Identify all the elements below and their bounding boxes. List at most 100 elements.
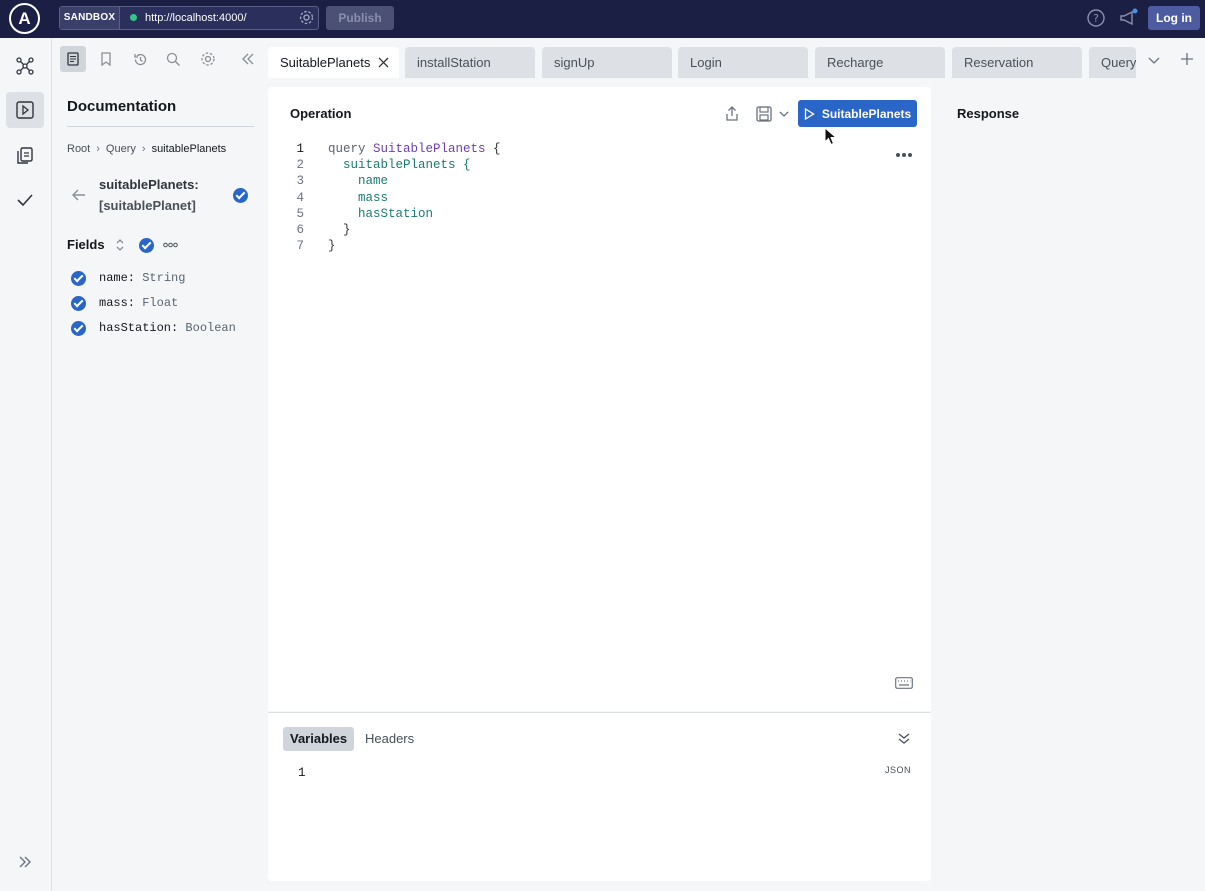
code-text: }: [328, 222, 351, 237]
gear-icon[interactable]: [298, 9, 315, 26]
field-name: suitablePlanets:: [99, 177, 199, 192]
publish-button[interactable]: Publish: [326, 6, 394, 30]
field-type-link[interactable]: [suitablePlanet]: [99, 195, 199, 216]
announcements-icon[interactable]: [1118, 8, 1138, 28]
tab-variables[interactable]: Variables: [283, 727, 355, 751]
code-text: mass: [328, 190, 389, 205]
field-row-label: name:: [99, 271, 136, 285]
svg-text:?: ?: [1093, 12, 1099, 25]
keyboard-shortcuts-icon[interactable]: [895, 677, 913, 689]
code-text: suitablePlanets {: [328, 158, 471, 173]
tab-label: Login: [690, 55, 722, 70]
close-icon[interactable]: [378, 57, 389, 68]
tab-query[interactable]: Query: [1089, 47, 1136, 78]
field-row-label: hasStation:: [99, 321, 179, 335]
collapse-double-chevron-icon[interactable]: [897, 731, 911, 745]
connection-status-icon: [130, 14, 137, 21]
field-check-icon[interactable]: [71, 295, 86, 311]
tab-login[interactable]: Login: [678, 47, 808, 78]
search-button[interactable]: [160, 46, 186, 72]
help-icon[interactable]: ?: [1086, 8, 1106, 28]
more-options-icon[interactable]: [895, 152, 913, 158]
sandbox-label: SANDBOX: [60, 7, 120, 29]
field-selected-check-icon[interactable]: [233, 188, 248, 203]
field-check-icon[interactable]: [71, 320, 86, 336]
field-row-hasstation[interactable]: hasStation: Boolean: [71, 319, 236, 337]
settings-button[interactable]: [195, 46, 221, 72]
run-operation-button[interactable]: SuitablePlanets: [798, 100, 917, 127]
double-chevron-left-icon: [242, 53, 254, 65]
tab-headers[interactable]: Headers: [358, 727, 421, 751]
rail-checks[interactable]: [6, 182, 44, 218]
response-title: Response: [957, 106, 1020, 121]
logo-letter: A: [18, 9, 31, 28]
field-row-name[interactable]: name: String: [71, 269, 185, 287]
endpoint-url-input[interactable]: http://localhost:4000/: [145, 7, 247, 29]
bookmarks-button[interactable]: [93, 46, 119, 72]
sort-icon[interactable]: [114, 238, 126, 252]
breadcrumb-current: suitablePlanets: [151, 143, 227, 155]
field-row-type[interactable]: String: [142, 271, 185, 285]
operation-panel: Operation SuitablePlanets 1 query Suitabl…: [268, 87, 931, 711]
history-icon: [133, 53, 146, 65]
code-text: query SuitablePlanets {: [328, 141, 501, 157]
field-header: suitablePlanets: [suitablePlanet]: [99, 174, 199, 216]
tab-label: Reservation: [964, 55, 1034, 70]
field-row-type[interactable]: Boolean: [185, 321, 235, 335]
documentation-title: Documentation: [67, 98, 177, 115]
top-bar: A SANDBOX http://localhost:4000/ Publish…: [0, 0, 1205, 38]
line-number: 4: [296, 190, 304, 205]
add-tab-plus-icon[interactable]: [1180, 52, 1194, 66]
tab-suitableplanets[interactable]: SuitablePlanets: [268, 47, 399, 78]
line-number: 5: [296, 206, 304, 221]
tab-label: signUp: [554, 55, 595, 70]
code-text: name: [328, 174, 389, 189]
more-options-icon[interactable]: [163, 242, 178, 248]
field-row-type[interactable]: Float: [142, 296, 178, 310]
breadcrumb-root[interactable]: Root: [67, 143, 90, 155]
rail-schema[interactable]: [6, 48, 44, 84]
tab-recharge[interactable]: Recharge: [815, 47, 945, 78]
tab-label: installStation: [417, 55, 491, 70]
json-format-label: JSON: [885, 765, 912, 775]
divider: [67, 126, 254, 127]
expand-double-chevron-icon[interactable]: [18, 855, 32, 869]
operation-name: SuitablePlanets: [373, 142, 486, 156]
bookmark-icon: [101, 52, 111, 66]
select-all-check-icon[interactable]: [139, 238, 154, 253]
rail-explorer[interactable]: [6, 92, 44, 128]
history-button[interactable]: [127, 46, 153, 72]
save-icon[interactable]: [754, 104, 774, 124]
line-number: 1: [296, 142, 304, 156]
fields-label: Fields: [67, 237, 105, 252]
line-number: 7: [296, 239, 304, 254]
rail-collections[interactable]: [6, 137, 44, 173]
field-check-icon[interactable]: [71, 270, 86, 286]
code-text: }: [328, 239, 336, 254]
play-window-icon: [16, 101, 34, 119]
copy-icon: [17, 147, 33, 164]
left-rail: [0, 38, 52, 891]
breadcrumb-query[interactable]: Query: [106, 143, 136, 155]
play-icon: [804, 107, 815, 120]
tab-reservation[interactable]: Reservation: [952, 47, 1082, 78]
tabs-dropdown-chevron-icon[interactable]: [1147, 54, 1161, 66]
chevron-right-icon: ›: [96, 143, 100, 155]
tab-installstation[interactable]: installStation: [405, 47, 535, 78]
run-button-label: SuitablePlanets: [821, 106, 912, 121]
line-number: 6: [296, 222, 304, 237]
login-button[interactable]: Log in: [1148, 6, 1200, 30]
documentation-tab-button[interactable]: [60, 46, 86, 72]
field-row-label: mass:: [99, 296, 136, 310]
collapse-panel-button[interactable]: [235, 46, 261, 72]
tab-signup[interactable]: signUp: [542, 47, 672, 78]
field-row-mass[interactable]: mass: Float: [71, 294, 178, 312]
tab-label: SuitablePlanets: [280, 55, 371, 70]
tab-label: Recharge: [827, 55, 884, 70]
code-text: hasStation: [328, 206, 434, 221]
apollo-logo[interactable]: A: [9, 3, 40, 34]
back-arrow-icon[interactable]: [71, 187, 87, 203]
save-dropdown-chevron-icon[interactable]: [779, 110, 789, 118]
mouse-cursor-icon: [824, 127, 838, 146]
share-icon[interactable]: [722, 104, 742, 124]
